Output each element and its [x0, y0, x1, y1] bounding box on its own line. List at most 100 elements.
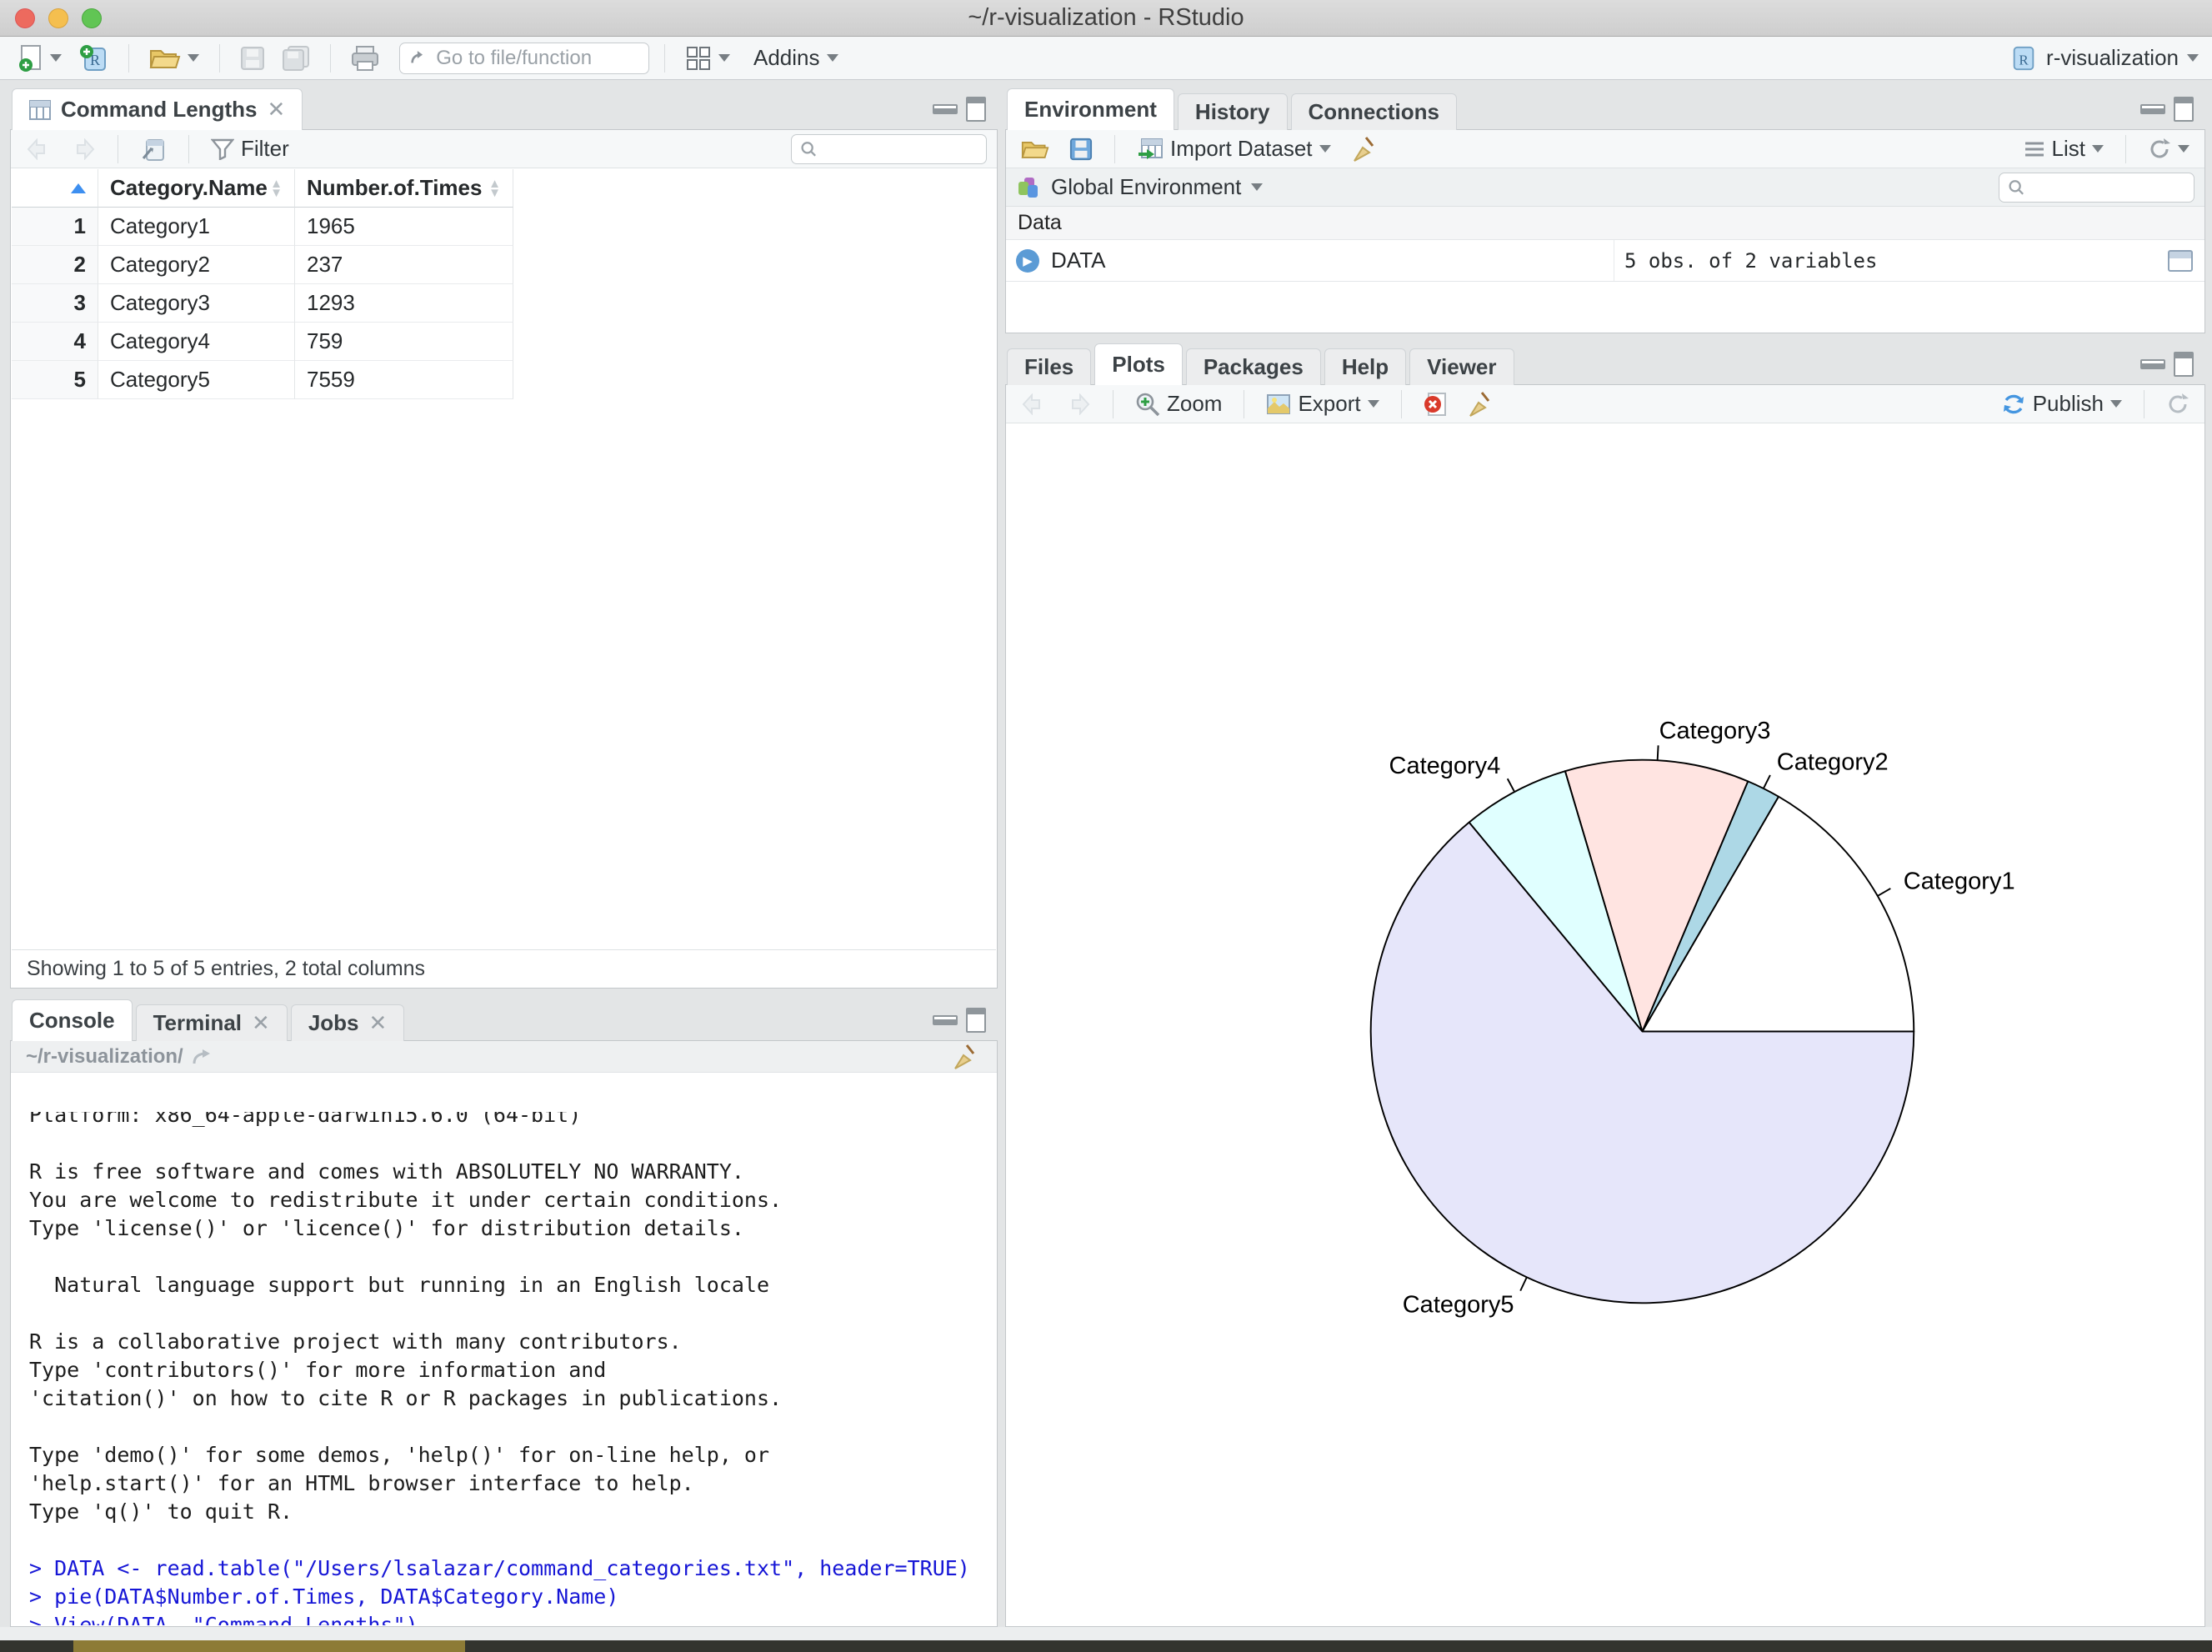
panes-layout-caret[interactable]: [718, 54, 730, 62]
tab-help[interactable]: Help: [1324, 348, 1407, 385]
tab-environment[interactable]: Environment: [1007, 88, 1174, 130]
tab-connections[interactable]: Connections: [1290, 93, 1457, 130]
console-line: 'citation()' on how to cite R or R packa…: [29, 1386, 783, 1410]
remove-plot-button[interactable]: [1419, 389, 1452, 419]
pie-label: Category3: [1659, 718, 1771, 744]
viewer-forward-button[interactable]: [66, 136, 101, 163]
console-pane: Console Terminal ✕ Jobs ✕ ~/r-visualizatio…: [10, 999, 998, 1627]
pie-label-tick: [1506, 778, 1515, 793]
forward-arrow-icon: [1072, 393, 1090, 415]
save-all-button[interactable]: [277, 43, 315, 74]
open-file-button[interactable]: [144, 43, 204, 73]
maximize-pane-icon[interactable]: [966, 97, 986, 122]
column-header-number-of-times[interactable]: Number.of.Times ▲ ▼: [295, 169, 513, 208]
zoom-plot-button[interactable]: Zoom: [1130, 388, 1227, 419]
minimize-pane-icon[interactable]: [2140, 359, 2165, 369]
console-output[interactable]: Platform: x86_64-apple-darwin15.6.0 (64-…: [11, 1112, 997, 1625]
addins-button[interactable]: Addins: [748, 43, 843, 73]
cell-number-of-times: 1293: [295, 284, 513, 323]
maximize-pane-icon[interactable]: [966, 1008, 986, 1033]
new-file-dropdown-caret[interactable]: [50, 54, 62, 62]
table-row[interactable]: 4 Category4 759: [12, 323, 996, 361]
close-window-button[interactable]: [15, 8, 35, 28]
filter-funnel-icon: [211, 138, 234, 160]
sort-ascending-icon: [71, 183, 86, 193]
table-row[interactable]: 2 Category2 237: [12, 246, 996, 284]
filter-button[interactable]: Filter: [206, 133, 294, 164]
goto-directory-icon[interactable]: [192, 1048, 213, 1066]
previous-plot-button[interactable]: [1016, 391, 1051, 418]
row-number: 2: [12, 246, 98, 284]
tab-command-lengths[interactable]: Command Lengths ✕: [12, 88, 303, 130]
export-image-icon: [1267, 393, 1291, 414]
table-row[interactable]: 1 Category1 1965: [12, 208, 996, 246]
tab-files[interactable]: Files: [1007, 348, 1092, 385]
viewer-search-input[interactable]: [823, 137, 978, 161]
environment-pane: Environment History Connections Import D…: [1005, 88, 2205, 333]
maximize-pane-icon[interactable]: [2174, 97, 2194, 122]
row-number: 4: [12, 323, 98, 361]
table-row[interactable]: 5 Category5 7559: [12, 361, 996, 399]
desktop-edge: [73, 1640, 465, 1652]
expand-object-icon[interactable]: ▶: [1016, 248, 1039, 273]
panes-layout-button[interactable]: [680, 43, 735, 74]
tab-jobs[interactable]: Jobs ✕: [290, 1004, 405, 1041]
refresh-plot-button[interactable]: [2161, 390, 2194, 418]
new-file-button[interactable]: [13, 42, 67, 75]
clear-environment-button[interactable]: [1346, 133, 1381, 165]
clear-console-button[interactable]: [947, 1041, 982, 1073]
tab-plots[interactable]: Plots: [1094, 343, 1183, 385]
list-mode-caret: [2092, 145, 2104, 153]
publish-plot-button[interactable]: Publish: [1996, 388, 2127, 419]
cell-number-of-times: 1965: [295, 208, 513, 246]
close-icon[interactable]: ✕: [252, 1010, 270, 1036]
environment-scope-label: Global Environment: [1051, 174, 1242, 199]
project-selector[interactable]: R r-visualization: [2009, 44, 2199, 73]
data-table: Category.Name ▲ ▼ Number.of.Times ▲ ▼ 1 Cate…: [12, 169, 996, 949]
tab-label: Command Lengths: [61, 97, 258, 122]
refresh-environment-button[interactable]: [2143, 135, 2194, 163]
tab-history[interactable]: History: [1177, 93, 1288, 130]
close-icon[interactable]: ✕: [267, 97, 285, 123]
new-project-button[interactable]: R: [73, 41, 113, 76]
save-workspace-button[interactable]: [1064, 135, 1098, 163]
import-dataset-button[interactable]: Import Dataset: [1132, 133, 1336, 164]
export-label: Export: [1298, 391, 1361, 416]
open-recent-caret[interactable]: [188, 54, 199, 62]
zoom-window-button[interactable]: [82, 8, 102, 28]
print-button[interactable]: [346, 43, 384, 74]
load-workspace-button[interactable]: [1016, 135, 1054, 163]
sort-arrows-icon: ▲ ▼: [270, 176, 283, 200]
goto-file-input[interactable]: [436, 46, 638, 70]
viewer-back-button[interactable]: [21, 136, 56, 163]
search-icon: [801, 141, 816, 157]
next-plot-button[interactable]: [1061, 391, 1096, 418]
close-icon[interactable]: ✕: [369, 1010, 388, 1036]
minimize-window-button[interactable]: [48, 8, 68, 28]
pie-label-tick: [1519, 1276, 1528, 1292]
table-row[interactable]: 3 Category3 1293: [12, 284, 996, 323]
env-display-mode-button[interactable]: List: [2019, 133, 2109, 164]
popout-window-button[interactable]: [135, 134, 172, 164]
environment-scope-caret[interactable]: [1251, 183, 1264, 191]
refresh-icon: [2150, 138, 2170, 158]
environment-search-input[interactable]: [2031, 175, 2185, 199]
column-header-category-name[interactable]: Category.Name ▲ ▼: [98, 169, 295, 208]
tab-console[interactable]: Console: [12, 999, 133, 1041]
maximize-pane-icon[interactable]: [2174, 352, 2194, 377]
filter-label: Filter: [241, 136, 289, 161]
minimize-pane-icon[interactable]: [933, 1015, 958, 1025]
console-line: R is a collaborative project with many c…: [29, 1329, 682, 1354]
minimize-pane-icon[interactable]: [2140, 104, 2165, 114]
tab-viewer[interactable]: Viewer: [1409, 348, 1514, 385]
minimize-pane-icon[interactable]: [933, 104, 958, 114]
clear-all-plots-button[interactable]: [1462, 388, 1497, 420]
save-button[interactable]: [235, 43, 270, 73]
pie-chart: Category1 Category2Category3 Category4 Cate…: [1369, 718, 2015, 1318]
tab-packages[interactable]: Packages: [1185, 348, 1321, 385]
view-data-icon[interactable]: [2168, 249, 2193, 272]
tab-terminal[interactable]: Terminal ✕: [135, 1004, 288, 1041]
row-number-header[interactable]: [12, 169, 98, 208]
environment-object-row[interactable]: ▶ DATA 5 obs. of 2 variables: [1006, 240, 2204, 282]
export-plot-button[interactable]: Export: [1261, 388, 1384, 419]
